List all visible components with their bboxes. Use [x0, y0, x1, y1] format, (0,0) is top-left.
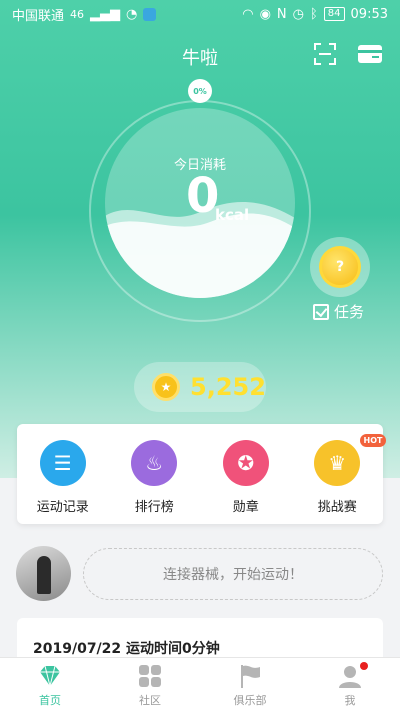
task-label: 任务	[334, 303, 365, 321]
page-title: 牛啦	[182, 48, 218, 69]
signal-type: 46	[70, 7, 85, 21]
person-photo	[37, 556, 51, 594]
alarm-icon: ◷	[292, 6, 304, 22]
bluetooth-icon: ᛒ	[309, 6, 318, 22]
avatar[interactable]	[16, 546, 71, 601]
headphone-icon: ◠	[242, 6, 254, 22]
feature-label: 挑战赛	[317, 500, 357, 515]
feature-label: 运动记录	[36, 500, 89, 515]
card-button[interactable]	[357, 44, 383, 64]
nfc-icon: N	[276, 6, 287, 22]
feature-challenge[interactable]: ♛ HOT 挑战赛	[292, 424, 387, 524]
nav-profile[interactable]: 我	[300, 658, 400, 711]
feature-label: 勋章	[232, 500, 259, 515]
status-bar: 中国联通 46 ▂▄▆ ◔ ◠ ◉ N ◷ ᛒ 84 09:53	[0, 0, 400, 28]
signal-icon: ▂▄▆	[90, 6, 121, 22]
bottom-nav: 首页 社区 俱乐部 我	[0, 657, 400, 711]
task-link[interactable]: 任务	[313, 301, 364, 322]
flame-icon: ♨	[131, 440, 178, 486]
card-icon	[358, 45, 382, 63]
user-icon	[339, 666, 361, 688]
feature-card: ☰ 运动记录 ♨ 排行榜 ✪ 勋章 ♛ HOT 挑战赛	[17, 424, 387, 524]
grid-icon	[139, 665, 161, 687]
wifi-icon: ◔	[126, 6, 138, 22]
eye-icon: ◉	[259, 6, 271, 22]
coin-balance[interactable]: ★ 5,252	[134, 362, 266, 412]
crown-icon: ♛	[314, 440, 361, 486]
medal-icon: ✪	[222, 440, 269, 486]
feature-leaderboard[interactable]: ♨ 排行榜	[109, 424, 201, 524]
diamond-icon	[40, 665, 60, 687]
nav-community[interactable]: 社区	[100, 658, 200, 711]
notification-dot	[360, 662, 368, 670]
nav-home[interactable]: 首页	[0, 658, 100, 711]
record-title: 2019/07/22 运动时间0分钟	[33, 641, 220, 657]
calories-unit: kcal	[215, 206, 250, 224]
hot-badge: HOT	[359, 434, 387, 447]
nav-label: 首页	[39, 694, 61, 707]
nav-label: 俱乐部	[233, 694, 267, 707]
vpn-icon	[143, 7, 157, 21]
star-coin-icon: ★	[152, 373, 180, 401]
task-button[interactable]: ?	[310, 237, 370, 297]
list-icon: ☰	[39, 440, 86, 486]
clock: 09:53	[350, 6, 388, 22]
nav-label: 我	[344, 694, 356, 707]
checkbox-icon	[313, 303, 329, 320]
percent-badge: 0%	[188, 79, 212, 103]
flag-icon	[241, 665, 260, 688]
scan-button[interactable]	[314, 43, 336, 65]
coin-question-icon: ?	[319, 246, 361, 288]
connect-device-button[interactable]: 连接器械，开始运动！	[83, 548, 383, 600]
feature-workout-records[interactable]: ☰ 运动记录	[17, 424, 109, 524]
battery-icon: 84	[323, 7, 345, 21]
nav-club[interactable]: 俱乐部	[200, 658, 300, 711]
carrier-name: 中国联通	[12, 8, 65, 24]
coin-amount: 5,252	[190, 373, 266, 401]
feature-label: 排行榜	[134, 500, 174, 515]
feature-medals[interactable]: ✪ 勋章	[200, 424, 292, 524]
nav-label: 社区	[139, 694, 161, 707]
scan-icon	[314, 43, 336, 65]
